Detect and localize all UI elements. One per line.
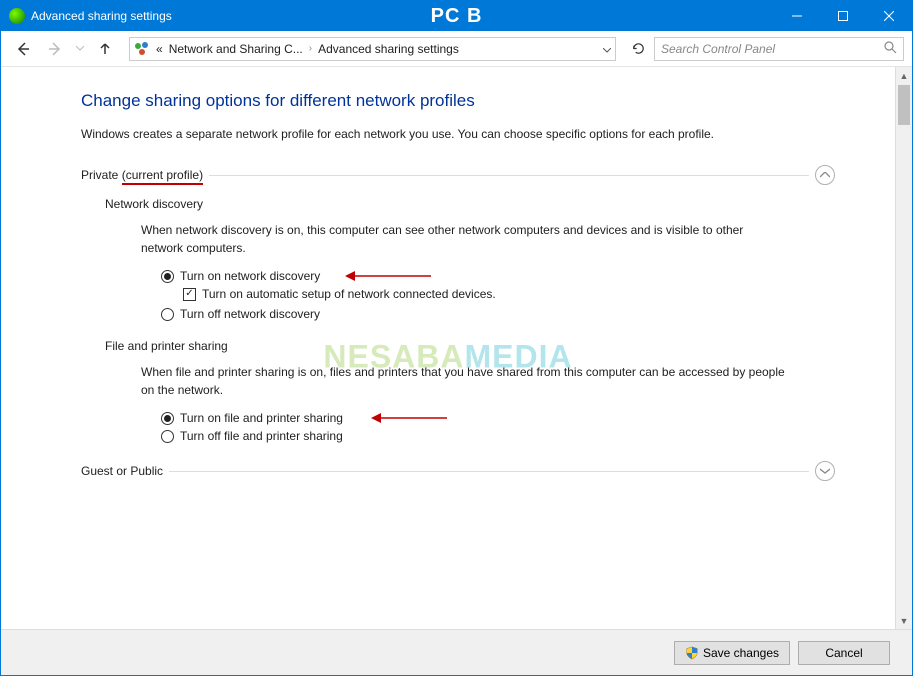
section-label-guest: Guest or Public xyxy=(81,464,163,478)
breadcrumb-prefix: « xyxy=(156,42,163,56)
checkbox-auto-setup[interactable]: ✓ Turn on automatic setup of network con… xyxy=(161,287,835,301)
divider xyxy=(209,175,809,176)
content-area: NESABAMEDIA Change sharing options for d… xyxy=(1,67,895,629)
radio-icon xyxy=(161,430,174,443)
scrollbar-thumb[interactable] xyxy=(898,85,910,125)
page-intro: Windows creates a separate network profi… xyxy=(81,125,801,143)
up-button[interactable] xyxy=(91,35,119,63)
window-controls xyxy=(774,1,912,31)
scroll-up-icon[interactable]: ▲ xyxy=(896,67,912,84)
titlebar: Advanced sharing settings PC B xyxy=(1,1,912,31)
radio-file-printer-on[interactable]: Turn on file and printer sharing xyxy=(161,411,835,425)
network-discovery-title: Network discovery xyxy=(105,197,835,211)
page-title: Change sharing options for different net… xyxy=(81,91,835,111)
divider xyxy=(169,471,809,472)
recent-dropdown[interactable] xyxy=(73,35,87,63)
radio-network-discovery-off[interactable]: Turn off network discovery xyxy=(161,307,835,321)
network-discovery-desc: When network discovery is on, this compu… xyxy=(105,221,785,257)
collapse-icon[interactable] xyxy=(815,165,835,185)
scroll-down-icon[interactable]: ▼ xyxy=(896,612,912,629)
forward-button[interactable] xyxy=(41,35,69,63)
save-changes-button[interactable]: Save changes xyxy=(674,641,790,665)
close-button[interactable] xyxy=(866,1,912,31)
breadcrumb-item-network[interactable]: Network and Sharing C... xyxy=(169,42,303,56)
annotation-arrow-icon xyxy=(369,412,449,424)
cancel-button[interactable]: Cancel xyxy=(798,641,890,665)
breadcrumb-item-advanced[interactable]: Advanced sharing settings xyxy=(318,42,459,56)
search-input[interactable]: Search Control Panel xyxy=(654,37,904,61)
section-label-private: Private (current profile) xyxy=(81,168,203,182)
section-header-guest[interactable]: Guest or Public xyxy=(81,461,835,481)
minimize-button[interactable] xyxy=(774,1,820,31)
refresh-button[interactable] xyxy=(626,37,650,61)
vertical-scrollbar[interactable]: ▲ ▼ xyxy=(895,67,912,629)
shield-icon xyxy=(685,646,699,660)
radio-file-printer-off[interactable]: Turn off file and printer sharing xyxy=(161,429,835,443)
radio-icon xyxy=(161,412,174,425)
file-printer-desc: When file and printer sharing is on, fil… xyxy=(105,363,785,399)
window-title: Advanced sharing settings xyxy=(31,9,172,23)
search-placeholder: Search Control Panel xyxy=(661,42,775,56)
checkbox-icon: ✓ xyxy=(183,288,196,301)
maximize-button[interactable] xyxy=(820,1,866,31)
radio-icon xyxy=(161,270,174,283)
expand-icon[interactable] xyxy=(815,461,835,481)
radio-icon xyxy=(161,308,174,321)
annotation-arrow-icon xyxy=(343,270,433,282)
footer: Save changes Cancel xyxy=(1,629,912,675)
radio-network-discovery-on[interactable]: Turn on network discovery xyxy=(161,269,835,283)
section-header-private[interactable]: Private (current profile) xyxy=(81,165,835,185)
address-bar[interactable]: « Network and Sharing C... › Advanced sh… xyxy=(129,37,616,61)
search-icon xyxy=(884,41,897,57)
address-dropdown-icon[interactable] xyxy=(603,42,611,56)
network-sharing-icon xyxy=(134,41,150,57)
pc-label: PC B xyxy=(431,5,483,28)
navigation-bar: « Network and Sharing C... › Advanced sh… xyxy=(1,31,912,67)
file-printer-title: File and printer sharing xyxy=(105,339,835,353)
chevron-right-icon[interactable]: › xyxy=(309,43,312,54)
app-icon xyxy=(9,8,25,24)
back-button[interactable] xyxy=(9,35,37,63)
current-profile-marker: (current profile) xyxy=(122,168,203,185)
